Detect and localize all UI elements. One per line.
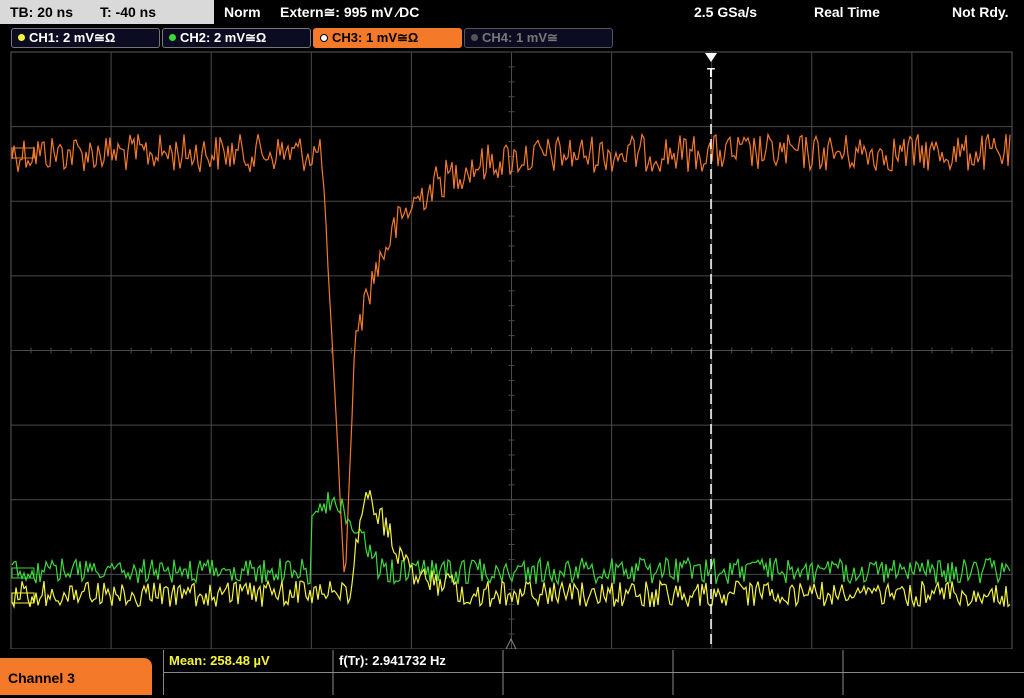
mean-measurement: Mean: 258.48 µV <box>169 653 270 668</box>
channel-1-label: CH1: 2 mV≅Ω <box>29 30 116 45</box>
channel-4-button[interactable]: CH4: 1 mV≅ <box>464 28 613 48</box>
channel-4-label: CH4: 1 mV≅ <box>482 30 558 45</box>
channel-3-button[interactable]: CH3: 1 mV≅Ω <box>313 28 462 48</box>
channel-bar: CH1: 2 mV≅Ω CH2: 2 mV≅Ω CH3: 1 mV≅Ω CH4:… <box>0 24 1024 49</box>
trigger-time-label: T: -40 ns <box>100 4 157 20</box>
trigger-marker-label: T <box>707 65 715 80</box>
timebase-label: TB: 20 ns <box>10 4 74 20</box>
sample-rate-label: 2.5 GSa/s <box>694 4 758 20</box>
active-channel-tab[interactable]: Channel 3 <box>0 658 152 695</box>
top-status-bar: TB: 20 ns T: -40 ns Norm Extern≅: 995 mV… <box>0 0 1024 24</box>
measurement-table: Mean: 258.48 µV f(Tr): 2.941732 Hz <box>163 650 1024 695</box>
channel-2-button[interactable]: CH2: 2 mV≅Ω <box>162 28 311 48</box>
trigger-source-label[interactable]: Extern≅: 995 mV ⁄DC <box>280 0 419 24</box>
acquisition-status-label: Not Rdy. <box>952 4 1009 20</box>
channel-2-label: CH2: 2 mV≅Ω <box>180 30 267 45</box>
channel-2-indicator-icon <box>169 34 176 42</box>
timebase-box[interactable]: TB: 20 ns T: -40 ns <box>0 0 214 24</box>
channel-3-label: CH3: 1 mV≅Ω <box>332 30 419 45</box>
waveform-display[interactable]: T <box>0 49 1024 649</box>
channel-1-button[interactable]: CH1: 2 mV≅Ω <box>11 28 160 48</box>
channel-3-indicator-icon <box>320 33 328 42</box>
channel-1-indicator-icon <box>18 34 25 42</box>
bottom-panel: Channel 3 Mean: 258.48 µV f(Tr): 2.94173… <box>0 650 1024 695</box>
frequency-measurement: f(Tr): 2.941732 Hz <box>339 653 446 668</box>
trigger-mode-label[interactable]: Norm <box>224 0 261 24</box>
acquisition-mode-label: Real Time <box>814 4 880 20</box>
channel-4-indicator-icon <box>471 34 478 42</box>
